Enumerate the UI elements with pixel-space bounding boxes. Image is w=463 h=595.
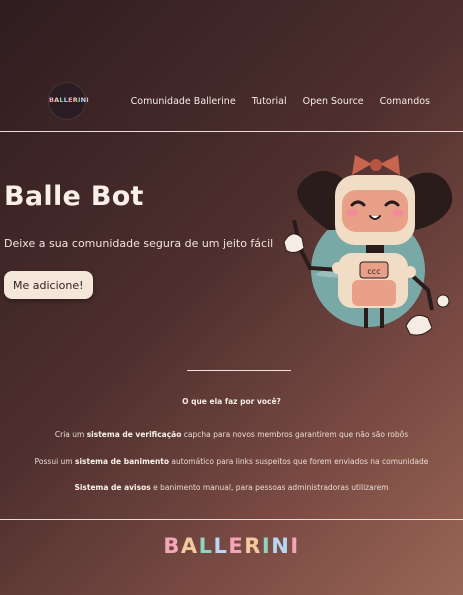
robot-cheek-right	[392, 209, 404, 217]
wordmark-letter: I	[261, 534, 272, 558]
robot-shoulder-left	[332, 262, 344, 274]
robot-cheek-left	[346, 209, 358, 217]
feature-text: Cria um	[54, 430, 87, 439]
site-logo[interactable]: BALLERINI	[49, 83, 89, 119]
feature-ban-system: Possui um sistema de banimento automátic…	[0, 457, 463, 466]
wordmark-letter: L	[198, 534, 214, 558]
wordmark-letter: B	[163, 534, 181, 558]
hero-subtitle: Deixe a sua comunidade segura de um jeit…	[4, 237, 274, 250]
robot-mouth	[369, 215, 381, 220]
nav-open-source[interactable]: Open Source	[303, 96, 364, 107]
top-nav: Comunidade Ballerine Tutorial Open Sourc…	[131, 96, 430, 107]
feature-highlight: Sistema de avisos	[74, 483, 151, 492]
footer-wordmark: BALLERINI	[0, 534, 463, 558]
nav-comunidade[interactable]: Comunidade Ballerine	[131, 96, 236, 107]
robot-neck	[366, 245, 384, 253]
robot-hand-left	[283, 233, 305, 254]
wordmark-letter: L	[213, 534, 229, 558]
nav-comandos[interactable]: Comandos	[380, 96, 430, 107]
feature-text: capcha para novos membros garantirem que…	[181, 430, 409, 439]
robot-bow-right	[380, 155, 400, 175]
robot-illustration: ccc	[283, 155, 453, 336]
feature-text: automático para links suspeitos que fore…	[169, 457, 429, 466]
wordmark-letter: N	[271, 534, 291, 558]
add-bot-button[interactable]: Me adicione!	[4, 271, 93, 299]
feature-warnings: Sistema de avisos e banimento manual, pa…	[0, 483, 463, 492]
footer-divider	[0, 519, 463, 520]
wordmark-letter: A	[180, 534, 199, 558]
hero-title: Balle Bot	[4, 181, 144, 212]
nav-tutorial[interactable]: Tutorial	[252, 96, 287, 107]
feature-highlight: sistema de verificação	[86, 430, 182, 439]
logo-wordmark: BALLERINI	[49, 96, 89, 104]
feature-verification: Cria um sistema de verificação capcha pa…	[0, 430, 463, 439]
wordmark-letter: E	[228, 534, 245, 558]
robot-hand-right	[436, 294, 450, 308]
robot-lower-body	[352, 280, 396, 306]
robot-bow-knot	[370, 159, 382, 171]
header-divider	[0, 131, 463, 132]
robot-bow-left	[352, 155, 372, 175]
features-heading: O que ela faz por você?	[182, 397, 281, 406]
robot-chest-glyphs: ccc	[367, 267, 380, 276]
feature-text: Possui um	[34, 457, 75, 466]
wordmark-letter: I	[290, 534, 300, 558]
robot-shoulder-right	[404, 266, 416, 278]
robot-hand-right-fingers	[405, 314, 433, 336]
wordmark-letter: R	[244, 534, 262, 558]
section-divider	[187, 370, 291, 371]
feature-highlight: sistema de banimento	[75, 457, 170, 466]
feature-text: e banimento manual, para pessoas adminis…	[150, 483, 389, 492]
